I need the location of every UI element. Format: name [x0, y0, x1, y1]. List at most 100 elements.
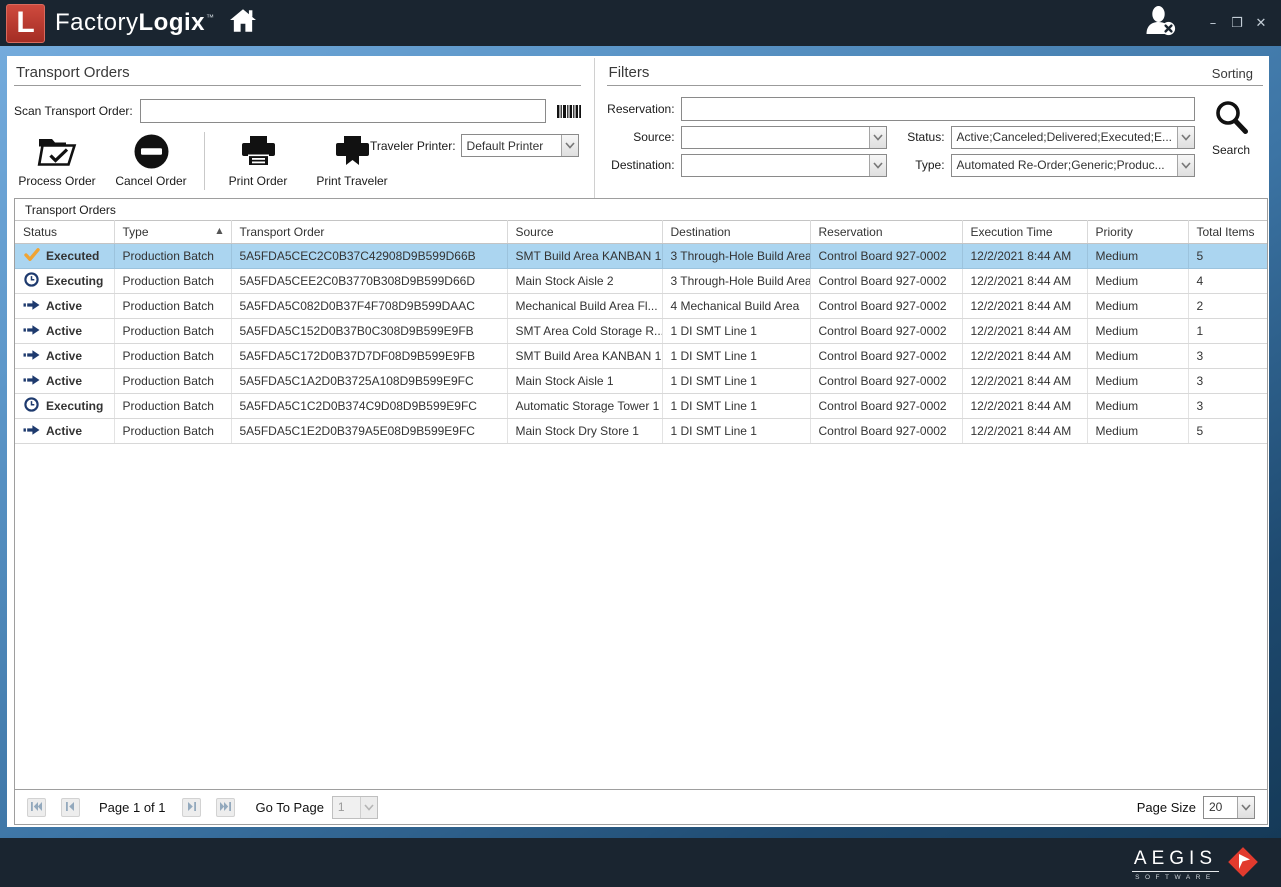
source-cell: Mechanical Build Area Fl... — [507, 294, 662, 319]
scan-transport-order-label: Scan Transport Order: — [14, 104, 133, 118]
destination-cell: 1 DI SMT Line 1 — [662, 419, 810, 444]
status-clock-icon — [23, 397, 40, 415]
traveler-printer-select[interactable]: Default Printer — [461, 134, 579, 157]
transport-orders-grid: Transport Orders Status Type▲ Transport … — [14, 198, 1268, 825]
source-cell: SMT Build Area KANBAN 1 — [507, 344, 662, 369]
print-order-button[interactable]: Print Order — [215, 132, 301, 188]
process-order-label: Process Order — [18, 174, 95, 188]
order-cell: 5A5FDA5C082D0B37F4F708D9B599DAAC — [231, 294, 507, 319]
column-header-priority[interactable]: Priority — [1087, 221, 1188, 244]
reservation-cell: Control Board 927-0002 — [810, 369, 962, 394]
minimize-button[interactable]: – — [1201, 16, 1225, 31]
status-label: Status: — [899, 130, 951, 144]
status-clock-icon — [23, 272, 40, 290]
priority-cell: Medium — [1087, 344, 1188, 369]
source-cell: SMT Area Cold Storage R... — [507, 319, 662, 344]
reservation-cell: Control Board 927-0002 — [810, 294, 962, 319]
window-frame: Transport Orders Scan Transport Order: — [0, 46, 1281, 838]
previous-page-button[interactable] — [61, 798, 80, 817]
process-order-button[interactable]: Process Order — [14, 132, 100, 188]
type-cell: Production Batch — [114, 319, 231, 344]
table-row[interactable]: ExecutingProduction Batch5A5FDA5CEE2C0B3… — [15, 269, 1267, 294]
next-page-button[interactable] — [182, 798, 201, 817]
destination-select[interactable] — [681, 154, 887, 177]
column-header-reservation[interactable]: Reservation — [810, 221, 962, 244]
transport-orders-panel: Transport Orders Scan Transport Order: — [14, 58, 581, 198]
page-size-label: Page Size — [1137, 800, 1196, 815]
reservation-label: Reservation: — [607, 102, 681, 116]
type-label: Type: — [899, 158, 951, 172]
destination-label: Destination: — [607, 158, 681, 172]
close-button[interactable]: ✕ — [1249, 16, 1273, 31]
column-header-source[interactable]: Source — [507, 221, 662, 244]
type-cell: Production Batch — [114, 419, 231, 444]
goto-page-value: 1 — [333, 800, 360, 814]
table-body: ExecutedProduction Batch5A5FDA5CEC2C0B37… — [15, 244, 1267, 444]
destination-cell: 1 DI SMT Line 1 — [662, 319, 810, 344]
maximize-button[interactable]: ❒ — [1225, 16, 1249, 31]
destination-cell: 3 Through-Hole Build Area — [662, 244, 810, 269]
table-row[interactable]: ActiveProduction Batch5A5FDA5C082D0B37F4… — [15, 294, 1267, 319]
column-header-destination[interactable]: Destination — [662, 221, 810, 244]
execution-time-cell: 12/2/2021 8:44 AM — [962, 294, 1087, 319]
sorting-link[interactable]: Sorting — [1212, 66, 1261, 81]
bottom-bar: AEGIS SOFTWARE — [0, 838, 1281, 886]
table-row[interactable]: ActiveProduction Batch5A5FDA5C1A2D0B3725… — [15, 369, 1267, 394]
cancel-order-button[interactable]: Cancel Order — [108, 132, 194, 188]
total-items-cell: 5 — [1188, 244, 1267, 269]
type-cell: Production Batch — [114, 344, 231, 369]
last-page-button[interactable] — [216, 798, 235, 817]
table-row[interactable]: ActiveProduction Batch5A5FDA5C152D0B37B0… — [15, 319, 1267, 344]
printer-icon — [240, 132, 277, 170]
table-row[interactable]: ExecutedProduction Batch5A5FDA5CEC2C0B37… — [15, 244, 1267, 269]
user-logout-button[interactable] — [1143, 5, 1179, 42]
scan-transport-order-input[interactable] — [140, 99, 546, 123]
type-select[interactable]: Automated Re-Order;Generic;Produc... — [951, 154, 1195, 177]
type-cell: Production Batch — [114, 294, 231, 319]
goto-page-select[interactable]: 1 — [332, 796, 378, 819]
total-items-cell: 1 — [1188, 319, 1267, 344]
priority-cell: Medium — [1087, 269, 1188, 294]
total-items-cell: 4 — [1188, 269, 1267, 294]
first-page-button[interactable] — [27, 798, 46, 817]
header-row: Status Type▲ Transport Order Source Dest… — [15, 221, 1267, 244]
column-header-total-items[interactable]: Total Items — [1188, 221, 1267, 244]
main-content: Transport Orders Scan Transport Order: — [7, 56, 1269, 827]
cancel-order-label: Cancel Order — [115, 174, 186, 188]
filters-panel-title: Filters — [609, 64, 650, 81]
reservation-cell: Control Board 927-0002 — [810, 319, 962, 344]
destination-cell: 3 Through-Hole Build Area — [662, 269, 810, 294]
table-row[interactable]: ActiveProduction Batch5A5FDA5C172D0B37D7… — [15, 344, 1267, 369]
chevron-down-icon — [561, 135, 578, 156]
home-icon — [229, 8, 257, 38]
column-header-execution-time[interactable]: Execution Time — [962, 221, 1087, 244]
source-cell: SMT Build Area KANBAN 1 — [507, 244, 662, 269]
reservation-cell: Control Board 927-0002 — [810, 394, 962, 419]
home-button[interactable] — [229, 8, 257, 38]
pagination-bar: Page 1 of 1 Go To Page 1 — [15, 789, 1267, 824]
order-cell: 5A5FDA5C152D0B37B0C308D9B599E9FB — [231, 319, 507, 344]
grid-caption: Transport Orders — [15, 199, 1267, 220]
chevron-down-icon — [1237, 797, 1254, 818]
status-select[interactable]: Active;Canceled;Delivered;Executed;E... — [951, 126, 1195, 149]
status-cell: Executing — [15, 394, 114, 419]
reservation-input[interactable] — [681, 97, 1195, 121]
source-cell: Main Stock Dry Store 1 — [507, 419, 662, 444]
column-header-type[interactable]: Type▲ — [114, 221, 231, 244]
column-header-status[interactable]: Status — [15, 221, 114, 244]
total-items-cell: 5 — [1188, 419, 1267, 444]
execution-time-cell: 12/2/2021 8:44 AM — [962, 244, 1087, 269]
page-size-select[interactable]: 20 — [1203, 796, 1255, 819]
table-row[interactable]: ExecutingProduction Batch5A5FDA5C1C2D0B3… — [15, 394, 1267, 419]
user-x-icon — [1143, 5, 1179, 42]
order-cell: 5A5FDA5CEC2C0B37C42908D9B599D66B — [231, 244, 507, 269]
table-row[interactable]: ActiveProduction Batch5A5FDA5C1E2D0B379A… — [15, 419, 1267, 444]
total-items-cell: 3 — [1188, 369, 1267, 394]
transport-panel-title: Transport Orders — [16, 64, 130, 81]
chevron-down-icon — [1177, 155, 1194, 176]
source-cell: Main Stock Aisle 2 — [507, 269, 662, 294]
source-select[interactable] — [681, 126, 887, 149]
column-header-transport-order[interactable]: Transport Order — [231, 221, 507, 244]
app-title: FactoryLogix™ — [55, 9, 215, 37]
search-button[interactable]: Search — [1199, 97, 1263, 181]
